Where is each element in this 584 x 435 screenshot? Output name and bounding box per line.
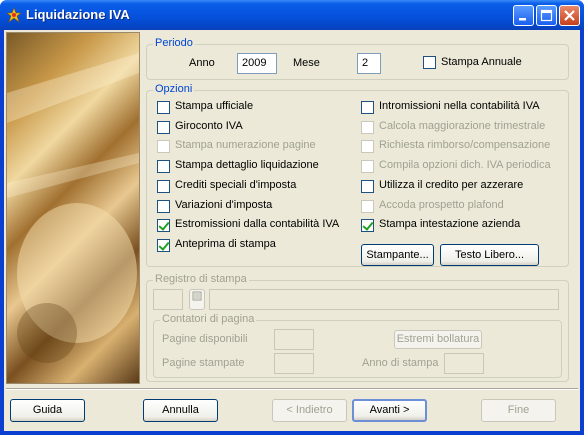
opzioni-right-checkbox-0[interactable] [361,101,374,114]
opzioni-right-checkbox-2 [361,140,374,154]
window-title: Liquidazione IVA [26,7,130,22]
opzioni-right-label-2: Richiesta rimborso/compensazione [379,139,551,152]
mese-label: Mese [293,57,320,69]
periodo-title: Periodo [153,37,195,49]
estremi-bollatura-button: Estremi bollatura [394,330,482,349]
guida-button[interactable]: Guida [10,399,85,422]
opzioni-right-label-4: Utilizza il credito per azzerare [379,178,524,191]
registro-description-field [209,289,559,310]
opzioni-right-checkbox-6[interactable] [361,219,374,233]
opzioni-left-label-6: Estromissioni dalla contabilità IVA [175,218,340,231]
opzioni-left-label-5: Variazioni d'imposta [175,198,273,211]
pagine-stampate-field [274,353,314,374]
app-icon [6,7,22,23]
anno-field[interactable]: 2009 [237,53,277,74]
fine-button: Fine [481,399,556,422]
anno-di-stampa-label: Anno di stampa [362,357,439,369]
opzioni-title: Opzioni [153,83,195,95]
opzioni-left-label-1: Giroconto IVA [175,119,243,132]
indietro-button: < Indietro [272,399,347,422]
stampa-annuale-checkbox[interactable] [423,56,436,69]
opzioni-right-label-0: Intromissioni nella contabilità IVA [379,100,540,112]
minimize-icon [519,18,526,21]
opzioni-right-label-5: Accoda prospetto plafond [379,198,504,211]
pagine-disponibili-field [274,329,314,350]
anno-di-stampa-field [444,353,484,374]
opzioni-right-checkbox-1 [361,120,374,134]
wizard-side-image [6,32,140,384]
opzioni-left-label-2: Stampa numerazione pagine [175,139,316,152]
minimize-button[interactable] [513,5,534,26]
opzioni-left-checkbox-6[interactable] [157,219,170,233]
registro-group: Registro di stampa Contatori di pagina P… [146,273,569,382]
footer-divider [6,388,578,390]
pagine-disponibili-label: Pagine disponibili [162,333,248,345]
avanti-button[interactable]: Avanti > [352,399,427,422]
maximize-button[interactable] [536,5,557,26]
opzioni-left-label-0: Stampa ufficiale [175,100,254,112]
opzioni-left-checkbox-7[interactable] [157,238,170,252]
periodo-group: Periodo Anno 2009 Mese 2 Stampa Annuale [146,37,569,80]
contatori-group: Contatori di pagina Pagine disponibili E… [153,313,562,378]
opzioni-left-label-4: Crediti speciali d'imposta [175,178,297,191]
opzioni-right-label-1: Calcola maggiorazione trimestrale [379,119,546,132]
opzioni-left-label-7: Anteprima di stampa [175,237,276,250]
opzioni-left-checkbox-0[interactable] [157,101,170,114]
anno-label: Anno [189,57,215,69]
title-bar[interactable]: Liquidazione IVA [0,0,584,30]
stampa-annuale-label: Stampa Annuale [441,56,522,68]
opzioni-right-checkbox-5 [361,199,374,213]
contatori-title: Contatori di pagina [160,313,257,325]
opzioni-group: Opzioni Stampa ufficiale Giroconto IVA Sta… [146,83,569,267]
opzioni-left-checkbox-4[interactable] [157,179,170,193]
stampante-button[interactable]: Stampante... [361,244,434,266]
opzioni-left-checkbox-3[interactable] [157,160,170,174]
lookup-icon [192,291,202,301]
opzioni-right-label-3: Compila opzioni dich. IVA periodica [379,159,551,172]
opzioni-right-label-6: Stampa intestazione azienda [379,218,521,231]
registro-lookup-button [189,289,205,310]
close-button[interactable] [559,5,580,26]
dialog-body: Periodo Anno 2009 Mese 2 Stampa Annuale … [4,30,580,431]
pagine-stampate-label: Pagine stampate [162,357,245,369]
opzioni-left-checkbox-5[interactable] [157,199,170,213]
opzioni-right-checkbox-4[interactable] [361,179,374,193]
registro-title: Registro di stampa [153,273,249,285]
annulla-button[interactable]: Annulla [143,399,218,422]
mese-field[interactable]: 2 [357,53,381,74]
opzioni-left-label-3: Stampa dettaglio liquidazione [175,159,319,172]
opzioni-left-checkbox-2 [157,140,170,154]
registro-code-field [153,289,183,310]
testo-libero-button[interactable]: Testo Libero... [440,244,539,266]
dialog-window: Liquidazione IVA Periodo Anno 2009 Mese … [0,0,584,435]
opzioni-right-checkbox-3 [361,160,374,174]
close-icon [564,10,575,21]
maximize-icon [540,9,553,22]
opzioni-left-checkbox-1[interactable] [157,120,170,134]
